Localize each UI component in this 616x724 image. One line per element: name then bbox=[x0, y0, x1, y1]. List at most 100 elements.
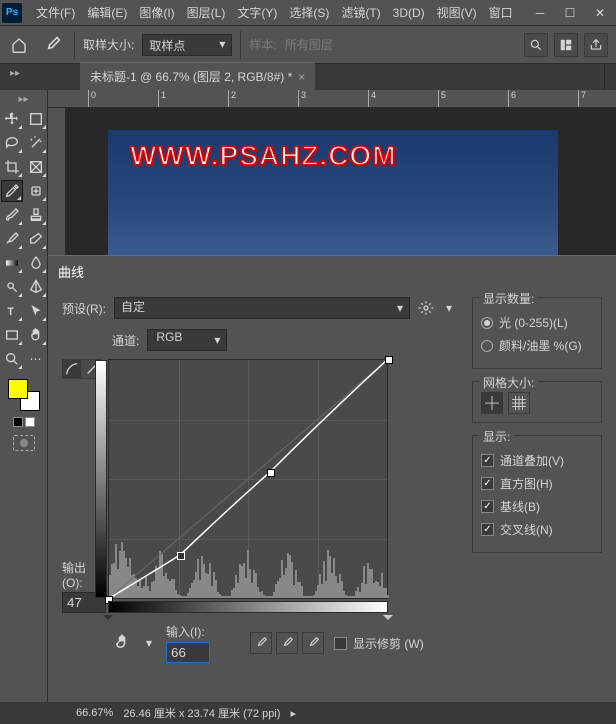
menu-window[interactable]: 窗口 bbox=[483, 0, 519, 25]
color-swatches[interactable] bbox=[8, 379, 40, 411]
baseline-label: 基线(B) bbox=[500, 498, 540, 515]
targeted-adjust-icon[interactable] bbox=[112, 633, 132, 653]
status-menu-icon[interactable]: ▸ bbox=[290, 707, 296, 720]
home-icon[interactable] bbox=[8, 34, 30, 56]
gradient-tool[interactable] bbox=[1, 252, 23, 274]
grid-size-group: 网格大小: bbox=[472, 381, 602, 423]
grid-coarse-button[interactable] bbox=[481, 392, 503, 414]
ps-logo: Ps bbox=[2, 3, 22, 23]
toolbox: ▸▸ T ⋯ bbox=[0, 90, 48, 702]
black-point-slider[interactable] bbox=[103, 615, 113, 625]
history-brush-tool[interactable] bbox=[1, 228, 23, 250]
path-select-tool[interactable] bbox=[25, 300, 47, 322]
pen-tool[interactable] bbox=[25, 276, 47, 298]
menu-file[interactable]: 文件(F) bbox=[30, 0, 81, 25]
input-label: 输入(I): bbox=[166, 623, 210, 640]
eraser-tool[interactable] bbox=[25, 228, 47, 250]
pigment-label: 颜料/油墨 %(G) bbox=[499, 337, 582, 354]
foreground-color[interactable] bbox=[8, 379, 28, 399]
curve-point-selected[interactable] bbox=[177, 552, 185, 560]
input-input[interactable] bbox=[166, 642, 210, 663]
share-icon[interactable] bbox=[584, 33, 608, 57]
menu-layer[interactable]: 图层(L) bbox=[181, 0, 232, 25]
lasso-tool[interactable] bbox=[1, 132, 23, 154]
preset-select[interactable]: 自定 bbox=[114, 297, 410, 319]
menu-3d[interactable]: 3D(D) bbox=[387, 2, 431, 24]
channel-select[interactable]: RGB bbox=[147, 329, 227, 351]
histogram-label: 直方图(H) bbox=[500, 475, 553, 492]
hand-tool[interactable] bbox=[25, 324, 47, 346]
menu-view[interactable]: 视图(V) bbox=[431, 0, 483, 25]
show-clipping-checkbox[interactable] bbox=[334, 637, 347, 650]
magic-wand-tool[interactable] bbox=[25, 132, 47, 154]
doc-dimensions: 26.46 厘米 x 23.74 厘米 (72 ppi) bbox=[123, 705, 280, 721]
rectangle-tool[interactable] bbox=[1, 324, 23, 346]
document-tab-title: 未标题-1 @ 66.7% (图层 2, RGB/8#) * bbox=[90, 68, 292, 85]
grid-fine-button[interactable] bbox=[508, 392, 530, 414]
default-colors-icon[interactable] bbox=[13, 417, 35, 427]
curve-point-tool[interactable] bbox=[63, 360, 81, 378]
healing-tool[interactable] bbox=[25, 180, 47, 202]
channel-overlay-label: 通道叠加(V) bbox=[500, 452, 564, 469]
curve-line bbox=[109, 360, 387, 598]
preset-menu-icon[interactable]: ▾ bbox=[442, 301, 456, 315]
tab-close-icon[interactable]: × bbox=[298, 70, 305, 84]
black-eyedropper-icon[interactable] bbox=[250, 632, 272, 654]
grid-size-legend: 网格大小: bbox=[479, 374, 538, 391]
gear-icon[interactable] bbox=[418, 300, 434, 316]
eyedropper-tool[interactable] bbox=[1, 180, 23, 202]
stamp-tool[interactable] bbox=[25, 204, 47, 226]
document-tab-row: 未标题-1 @ 66.7% (图层 2, RGB/8#) * × bbox=[0, 64, 616, 90]
targeted-adjust-menu[interactable]: ▾ bbox=[142, 636, 156, 650]
dodge-tool[interactable] bbox=[1, 276, 23, 298]
crop-tool[interactable] bbox=[1, 156, 23, 178]
show-legend: 显示: bbox=[479, 428, 514, 445]
search-icon[interactable] bbox=[524, 33, 548, 57]
light-radio[interactable] bbox=[481, 317, 493, 329]
window-maximize-icon[interactable]: ☐ bbox=[556, 2, 584, 24]
menu-bar: Ps 文件(F) 编辑(E) 图像(I) 图层(L) 文字(Y) 选择(S) 滤… bbox=[0, 0, 616, 26]
zoom-tool[interactable] bbox=[1, 348, 23, 370]
curves-graph[interactable] bbox=[108, 359, 388, 599]
frame-tool[interactable] bbox=[25, 156, 47, 178]
ruler-tick: 5 bbox=[438, 90, 446, 108]
sample-size-select[interactable]: 取样点 bbox=[142, 34, 232, 56]
gray-eyedropper-icon[interactable] bbox=[276, 632, 298, 654]
panel-expand-icon[interactable]: ▸▸ bbox=[10, 68, 20, 79]
menu-edit[interactable]: 编辑(E) bbox=[81, 0, 133, 25]
baseline-checkbox[interactable]: ✓ bbox=[481, 500, 494, 513]
curve-point[interactable] bbox=[267, 469, 275, 477]
type-tool[interactable]: T bbox=[1, 300, 23, 322]
blur-tool[interactable] bbox=[25, 252, 47, 274]
show-clipping-label: 显示修剪 (W) bbox=[353, 635, 424, 652]
menu-image[interactable]: 图像(I) bbox=[133, 0, 180, 25]
curve-point[interactable] bbox=[385, 356, 393, 364]
white-eyedropper-icon[interactable] bbox=[302, 632, 324, 654]
menu-filter[interactable]: 滤镜(T) bbox=[335, 0, 386, 25]
sample-size-label: 取样大小: bbox=[83, 36, 134, 53]
intersection-checkbox[interactable]: ✓ bbox=[481, 523, 494, 536]
window-close-icon[interactable]: ✕ bbox=[586, 2, 614, 24]
workspace-icon[interactable] bbox=[554, 33, 578, 57]
document-tab[interactable]: 未标题-1 @ 66.7% (图层 2, RGB/8#) * × bbox=[80, 62, 315, 90]
ruler-tick: 6 bbox=[508, 90, 516, 108]
window-minimize-icon[interactable]: ─ bbox=[526, 2, 554, 24]
channel-overlay-checkbox[interactable]: ✓ bbox=[481, 454, 494, 467]
artboard-tool[interactable] bbox=[25, 108, 47, 130]
white-point-slider[interactable] bbox=[383, 615, 393, 625]
move-tool[interactable] bbox=[1, 108, 23, 130]
intersection-label: 交叉线(N) bbox=[500, 521, 553, 538]
tool-preset-icon[interactable] bbox=[38, 31, 66, 59]
display-amount-legend: 显示数量: bbox=[479, 290, 538, 307]
edit-toolbar-icon[interactable]: ⋯ bbox=[25, 348, 47, 370]
quick-mask-icon[interactable] bbox=[13, 435, 35, 451]
input-gradient bbox=[108, 601, 388, 613]
histogram-checkbox[interactable]: ✓ bbox=[481, 477, 494, 490]
menu-select[interactable]: 选择(S) bbox=[283, 0, 335, 25]
brush-tool[interactable] bbox=[1, 204, 23, 226]
zoom-level[interactable]: 66.67% bbox=[8, 707, 113, 719]
toolbox-collapse-icon[interactable]: ▸▸ bbox=[18, 94, 28, 105]
channel-label: 通道: bbox=[112, 332, 139, 349]
pigment-radio[interactable] bbox=[481, 340, 493, 352]
menu-type[interactable]: 文字(Y) bbox=[231, 0, 283, 25]
